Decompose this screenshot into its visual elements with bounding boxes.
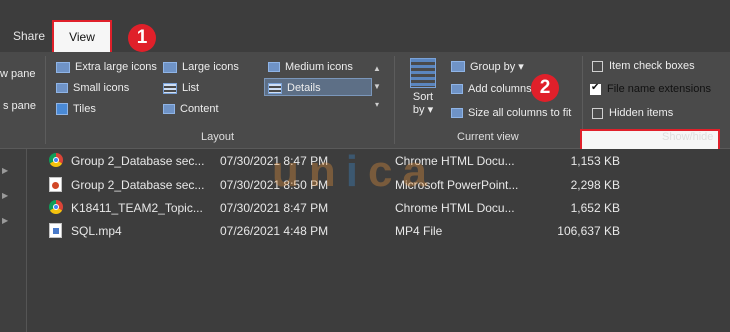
add-columns-icon — [451, 84, 463, 94]
list-label: List — [182, 82, 200, 94]
chevron-right-icon[interactable]: ▶ — [2, 191, 8, 200]
medium-icons-label: Medium icons — [285, 61, 353, 73]
hidden-items-toggle[interactable]: Hidden items — [592, 107, 673, 119]
add-columns-label: Add columns — [468, 83, 532, 95]
mp4-icon — [49, 223, 65, 239]
file-name: K18411_TEAM2_Topic... — [71, 201, 203, 215]
chevron-down-icon: ▾ — [424, 104, 434, 116]
ribbon-separator — [45, 56, 46, 144]
expand-gallery-icon[interactable]: ▾ — [371, 96, 383, 114]
size-columns-icon — [451, 108, 463, 118]
chrome-icon — [49, 153, 65, 169]
powerpoint-icon — [49, 177, 65, 193]
file-name-extensions-toggle[interactable]: File name extensions — [590, 82, 711, 95]
file-size: 106,637 KB — [557, 224, 620, 238]
file-size: 1,153 KB — [570, 154, 620, 168]
extra-large-icons-label: Extra large icons — [75, 61, 157, 73]
step-1-badge: 1 — [128, 24, 156, 52]
sort-by-icon — [410, 58, 436, 88]
tiles-icon — [56, 103, 68, 115]
file-name-extensions-checkbox[interactable] — [590, 82, 601, 95]
item-check-boxes-label: Item check boxes — [609, 60, 695, 72]
large-icons-icon — [163, 61, 177, 73]
small-icons-icon — [56, 83, 68, 93]
file-name: Group 2_Database sec... — [71, 154, 205, 168]
tab-share[interactable]: Share — [13, 29, 45, 43]
current-view-group-label: Current view — [457, 131, 519, 143]
file-type: Chrome HTML Docu... — [395, 201, 515, 215]
scroll-up-icon[interactable]: ▲ — [371, 60, 383, 78]
layout-small-icons[interactable]: Small icons — [56, 82, 129, 94]
file-row[interactable]: Group 2_Database sec... 07/30/2021 8:50 … — [27, 174, 730, 196]
show-hide-group-label: Show/hide — [662, 131, 714, 143]
details-label: Details — [287, 82, 321, 94]
file-name-extensions-label: File name extensions — [607, 83, 711, 95]
file-size: 2,298 KB — [570, 178, 620, 192]
ribbon-tab-bar: Share View 1 — [0, 0, 730, 52]
sort-by-label-line1: Sort — [412, 91, 434, 103]
group-by-button[interactable]: Group by ▾ — [451, 60, 524, 73]
hidden-items-checkbox[interactable] — [592, 107, 603, 119]
chevron-right-icon[interactable]: ▶ — [2, 166, 8, 175]
file-row[interactable]: SQL.mp4 07/26/2021 4:48 PM MP4 File 106,… — [27, 220, 730, 242]
file-type: Chrome HTML Docu... — [395, 154, 515, 168]
layout-details[interactable]: Details — [268, 82, 321, 94]
hidden-items-label: Hidden items — [609, 107, 674, 119]
file-list: Group 2_Database sec... 07/30/2021 8:47 … — [27, 149, 730, 332]
layout-group-label: Layout — [201, 131, 235, 143]
file-date: 07/26/2021 4:48 PM — [220, 224, 329, 238]
layout-medium-icons[interactable]: Medium icons — [268, 61, 353, 73]
preview-pane-label: w pane — [0, 68, 36, 80]
group-by-label: Group by — [470, 60, 516, 73]
group-by-icon — [451, 61, 465, 72]
list-icon — [163, 82, 177, 94]
layout-list[interactable]: List — [163, 82, 199, 94]
layout-tiles[interactable]: Tiles — [56, 103, 96, 115]
chrome-icon — [49, 200, 65, 216]
ribbon-separator — [394, 56, 395, 144]
file-type: MP4 File — [395, 224, 443, 238]
chevron-down-icon: ▾ — [515, 61, 524, 73]
tab-view[interactable]: View — [52, 20, 112, 52]
step-2-badge: 2 — [531, 74, 559, 102]
size-all-columns-button[interactable]: Size all columns to fit — [451, 107, 571, 119]
item-check-boxes-checkbox[interactable] — [592, 60, 603, 72]
file-date: 07/30/2021 8:47 PM — [220, 154, 329, 168]
scroll-down-icon[interactable]: ▼ — [371, 78, 383, 96]
layout-extra-large-icons[interactable]: Extra large icons — [56, 61, 157, 73]
tiles-label: Tiles — [73, 103, 96, 115]
layout-gallery-scroller[interactable]: ▲ ▼ ▾ — [371, 60, 383, 114]
content-label: Content — [180, 103, 219, 115]
medium-icons-icon — [268, 62, 280, 72]
small-icons-label: Small icons — [73, 82, 130, 94]
navigation-pane[interactable]: ▶ ▶ ▶ — [0, 149, 27, 332]
file-type: Microsoft PowerPoint... — [395, 178, 519, 192]
file-row[interactable]: K18411_TEAM2_Topic... 07/30/2021 8:47 PM… — [27, 197, 730, 219]
extra-large-icons-icon — [56, 61, 70, 73]
layout-large-icons[interactable]: Large icons — [163, 61, 239, 73]
sort-by-label-line2: by — [412, 104, 425, 116]
layout-content[interactable]: Content — [163, 103, 219, 115]
size-all-columns-label: Size all columns to fit — [468, 107, 572, 119]
preview-pane-button[interactable]: w pane — [0, 68, 35, 80]
view-ribbon: w pane s pane Extra large icons Large ic… — [0, 52, 730, 155]
file-name: Group 2_Database sec... — [71, 178, 205, 192]
content-icon — [163, 104, 175, 114]
file-date: 07/30/2021 8:47 PM — [220, 201, 329, 215]
item-check-boxes-toggle[interactable]: Item check boxes — [592, 60, 695, 72]
details-pane-label: s pane — [3, 100, 37, 112]
chevron-right-icon[interactable]: ▶ — [2, 216, 8, 225]
file-name: SQL.mp4 — [71, 224, 122, 238]
details-icon — [268, 82, 282, 94]
file-date: 07/30/2021 8:50 PM — [220, 178, 329, 192]
file-row[interactable]: Group 2_Database sec... 07/30/2021 8:47 … — [27, 150, 730, 172]
details-pane-button[interactable]: s pane — [3, 100, 36, 112]
file-size: 1,652 KB — [570, 201, 620, 215]
large-icons-label: Large icons — [182, 61, 239, 73]
sort-by-button[interactable]: Sort by ▾ — [406, 58, 440, 116]
add-columns-button[interactable]: Add columns — [451, 83, 532, 95]
